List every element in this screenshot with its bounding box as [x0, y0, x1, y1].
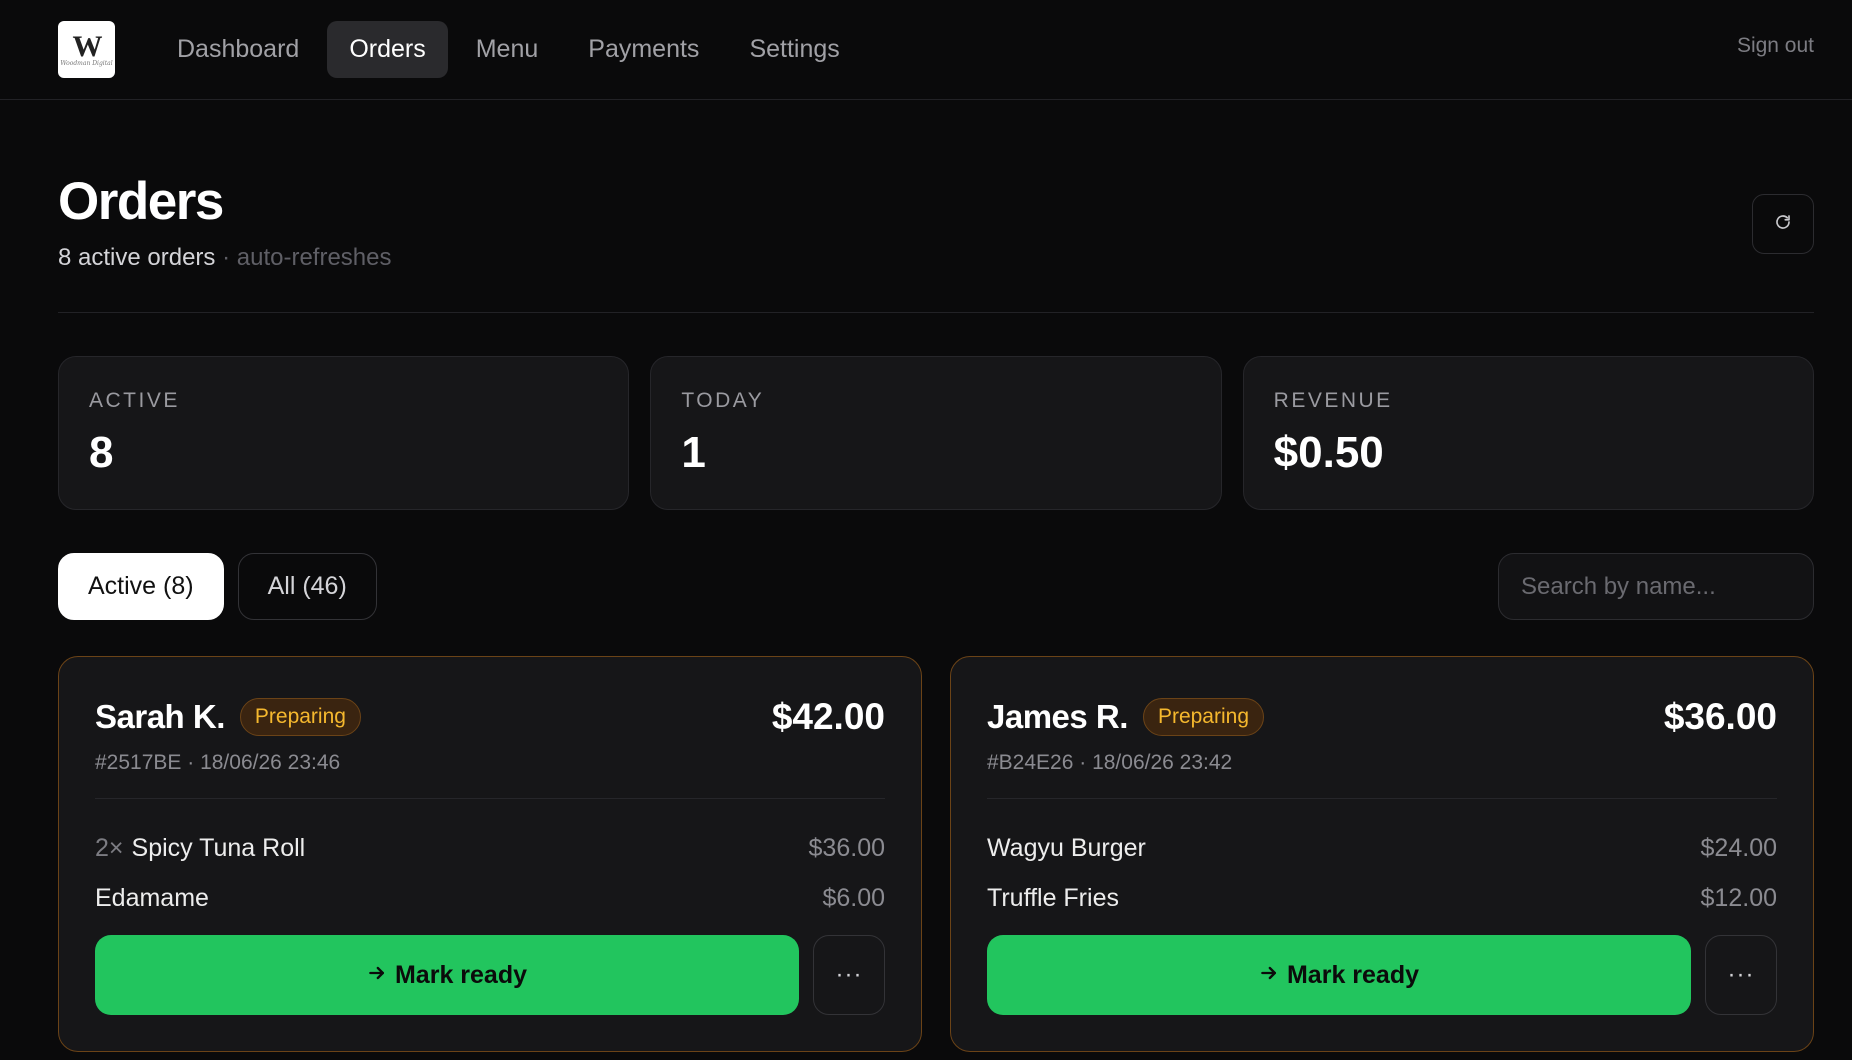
arrow-right-icon: [1259, 961, 1279, 990]
more-options-button[interactable]: ···: [813, 935, 885, 1015]
mark-ready-label: Mark ready: [1286, 960, 1420, 989]
page-subtitle: 8 active orders · auto-refreshes: [58, 244, 392, 272]
stat-value: 8: [89, 428, 114, 477]
orders-grid: Sarah K. Preparing $42.00 #2517BE · 18/0…: [58, 656, 1814, 1052]
item-name: Wagyu Burger: [987, 833, 1146, 862]
customer-name: James R.: [987, 698, 1128, 735]
status-badge: Preparing: [239, 698, 361, 736]
mark-ready-button[interactable]: Mark ready: [987, 935, 1691, 1015]
customer-name: Sarah K.: [95, 698, 225, 735]
item-price: $24.00: [1700, 833, 1777, 862]
order-item: Truffle Fries $12.00: [987, 873, 1777, 923]
order-actions: Mark ready ···: [987, 935, 1777, 1015]
main-nav: Dashboard Orders Menu Payments Settings: [155, 21, 862, 78]
more-options-button[interactable]: ···: [1705, 935, 1777, 1015]
refresh-icon: [1774, 213, 1792, 236]
item-price: $36.00: [808, 833, 885, 862]
more-icon: ···: [835, 961, 863, 988]
order-divider: [987, 798, 1777, 799]
logo-script: Woodman Digital: [60, 59, 113, 67]
stat-label: ACTIVE: [89, 389, 180, 412]
item-price: $12.00: [1700, 883, 1777, 912]
order-card: Sarah K. Preparing $42.00 #2517BE · 18/0…: [58, 656, 922, 1052]
item-name: Spicy Tuna Roll: [131, 833, 306, 862]
nav-item-menu[interactable]: Menu: [454, 21, 561, 78]
stat-label: REVENUE: [1273, 389, 1393, 412]
status-badge: Preparing: [1142, 698, 1264, 736]
stat-value: $0.50: [1273, 428, 1384, 477]
sign-out-link[interactable]: Sign out: [1737, 34, 1814, 58]
order-item: Wagyu Burger $24.00: [987, 823, 1777, 873]
item-name: Truffle Fries: [987, 883, 1119, 912]
order-header: Sarah K. Preparing $42.00: [95, 696, 885, 737]
order-item: Edamame $6.00: [95, 873, 885, 923]
stat-card-active: ACTIVE 8: [58, 356, 630, 510]
filter-all-button[interactable]: All (46): [237, 553, 377, 620]
mark-ready-button[interactable]: Mark ready: [95, 935, 799, 1015]
item-price: $6.00: [822, 883, 885, 912]
active-orders-count: 8 active orders: [58, 244, 216, 271]
order-divider: [95, 798, 885, 799]
nav-item-orders[interactable]: Orders: [327, 21, 448, 78]
order-header: James R. Preparing $36.00: [987, 696, 1777, 737]
nav-item-dashboard[interactable]: Dashboard: [155, 21, 321, 78]
brand-logo[interactable]: W Woodman Digital: [58, 21, 115, 78]
order-card: James R. Preparing $36.00 #B24E26 · 18/0…: [950, 656, 1814, 1052]
stat-label: TODAY: [681, 389, 765, 412]
order-total: $42.00: [771, 696, 885, 737]
order-meta: #2517BE · 18/06/26 23:46: [95, 751, 341, 774]
top-navbar: W Woodman Digital Dashboard Orders Menu …: [0, 0, 1852, 100]
auto-refresh-note: auto-refreshes: [236, 244, 392, 271]
order-actions: Mark ready ···: [95, 935, 885, 1015]
refresh-button[interactable]: [1752, 194, 1814, 254]
item-name: Edamame: [95, 883, 209, 912]
arrow-right-icon: [367, 961, 387, 990]
order-item: 2× Spicy Tuna Roll $36.00: [95, 823, 885, 873]
order-total: $36.00: [1663, 696, 1777, 737]
more-icon: ···: [1727, 961, 1755, 988]
page-title: Orders: [58, 172, 224, 231]
order-items: 2× Spicy Tuna Roll $36.00 Edamame $6.00: [95, 823, 885, 923]
stat-card-today: TODAY 1: [650, 356, 1222, 510]
order-filters: Active (8) All (46): [58, 553, 377, 620]
logo-mark: W: [72, 29, 103, 63]
nav-item-payments[interactable]: Payments: [566, 21, 721, 78]
order-meta: #B24E26 · 18/06/26 23:42: [987, 751, 1233, 774]
stat-card-revenue: REVENUE $0.50: [1242, 356, 1814, 510]
item-quantity: 2×: [95, 833, 124, 862]
subtitle-separator: ·: [222, 244, 231, 271]
nav-item-settings[interactable]: Settings: [727, 21, 861, 78]
filter-active-button[interactable]: Active (8): [58, 553, 224, 620]
search-input[interactable]: [1498, 553, 1814, 620]
stat-value: 1: [681, 428, 706, 477]
stats-row: ACTIVE 8 TODAY 1 REVENUE $0.50: [58, 356, 1814, 510]
mark-ready-label: Mark ready: [394, 960, 528, 989]
header-divider: [58, 312, 1814, 313]
order-items: Wagyu Burger $24.00 Truffle Fries $12.00: [987, 823, 1777, 923]
